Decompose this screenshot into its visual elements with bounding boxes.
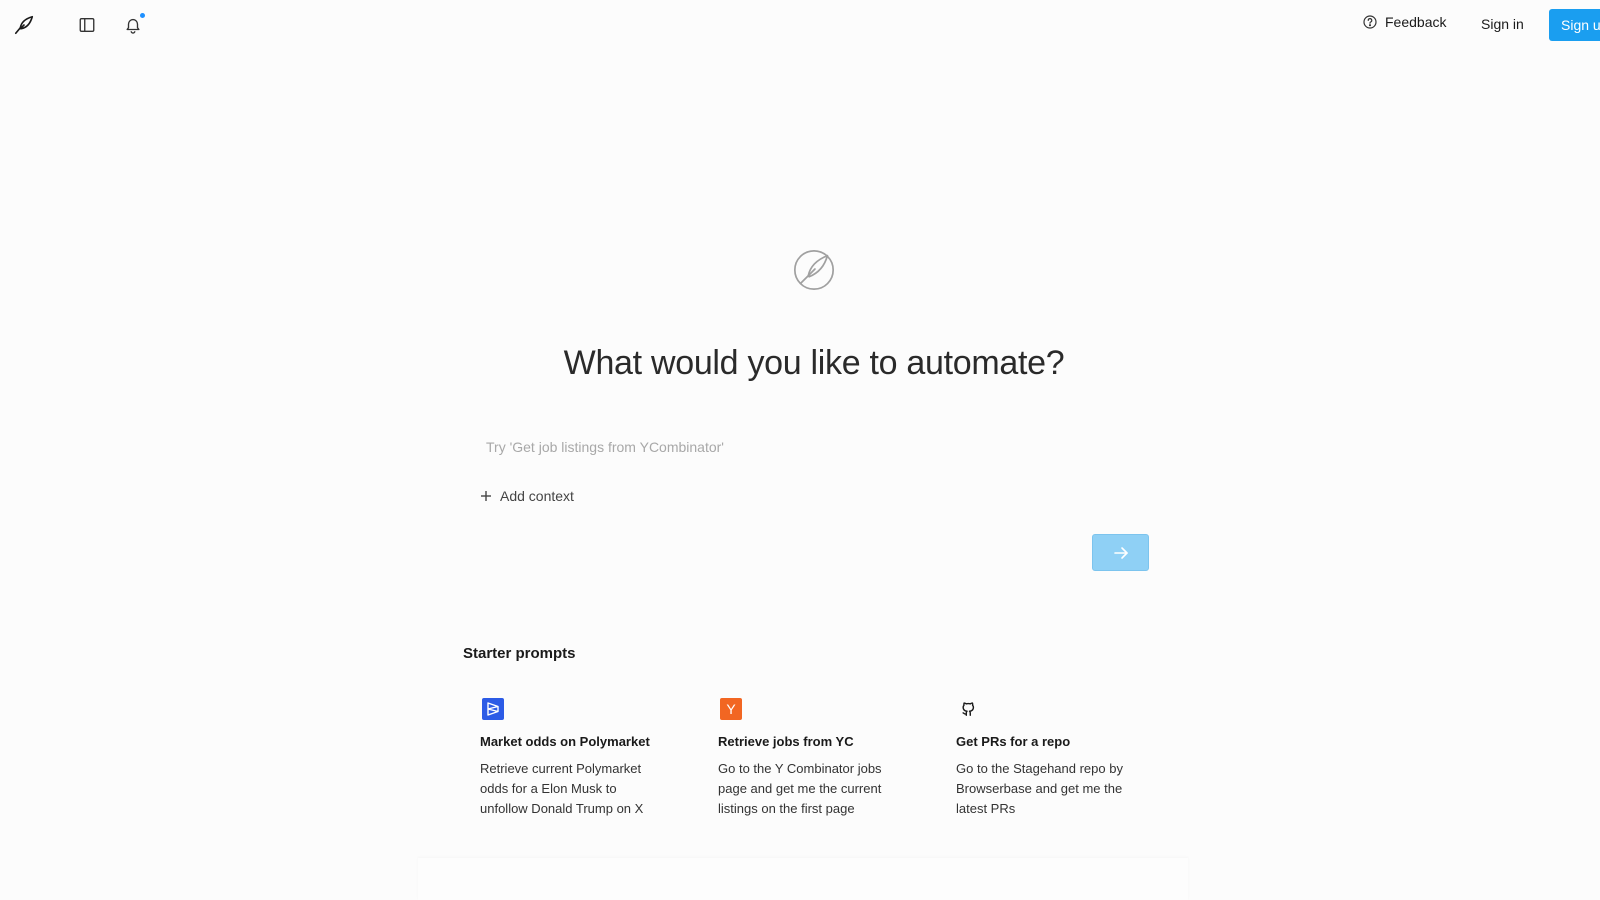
card-description: Go to the Stagehand repo by Browserbase … — [956, 761, 1123, 816]
help-circle-icon — [1363, 15, 1377, 29]
toggle-sidebar-button[interactable] — [72, 10, 102, 40]
yc-icon-letter: Y — [726, 701, 736, 717]
prompt-input[interactable] — [484, 434, 1148, 460]
feedback-button[interactable]: Feedback — [1362, 14, 1446, 30]
bottom-panel — [418, 858, 1188, 900]
starter-card-yc[interactable]: Y Retrieve jobs from YC Go to the Y Comb… — [718, 698, 918, 819]
compass-quill-icon — [793, 249, 835, 291]
arrow-right-icon — [1113, 546, 1128, 559]
notification-dot — [140, 13, 145, 18]
submit-button[interactable] — [1092, 534, 1149, 571]
starter-prompts-title: Starter prompts — [463, 645, 576, 662]
card-title: Retrieve jobs from YC — [718, 734, 854, 749]
bell-icon — [126, 18, 140, 34]
sidebar-icon — [79, 18, 95, 32]
polymarket-icon — [482, 698, 504, 720]
add-context-label: Add context — [500, 488, 574, 504]
card-description: Retrieve current Polymarket odds for a E… — [480, 761, 644, 816]
feedback-label: Feedback — [1385, 14, 1447, 30]
logo-button[interactable] — [9, 10, 39, 40]
sign-up-button[interactable]: Sign up — [1549, 9, 1600, 41]
add-context-button[interactable]: Add context — [480, 488, 574, 504]
sign-in-button[interactable]: Sign in — [1481, 16, 1524, 32]
github-icon — [958, 698, 980, 720]
top-bar: Feedback Sign in Sign up — [0, 0, 1600, 50]
quill-logo-icon — [14, 15, 34, 35]
plus-icon — [481, 491, 491, 501]
card-title: Get PRs for a repo — [956, 734, 1071, 749]
ycombinator-icon: Y — [720, 698, 742, 720]
notifications-button[interactable] — [118, 10, 148, 40]
card-title: Market odds on Polymarket — [480, 734, 650, 749]
starter-card-github[interactable]: Get PRs for a repo Go to the Stagehand r… — [956, 698, 1156, 819]
starter-card-polymarket[interactable]: Market odds on Polymarket Retrieve curre… — [480, 698, 680, 819]
card-description: Go to the Y Combinator jobs page and get… — [718, 761, 882, 816]
page-title: What would you like to automate? — [563, 344, 1065, 382]
